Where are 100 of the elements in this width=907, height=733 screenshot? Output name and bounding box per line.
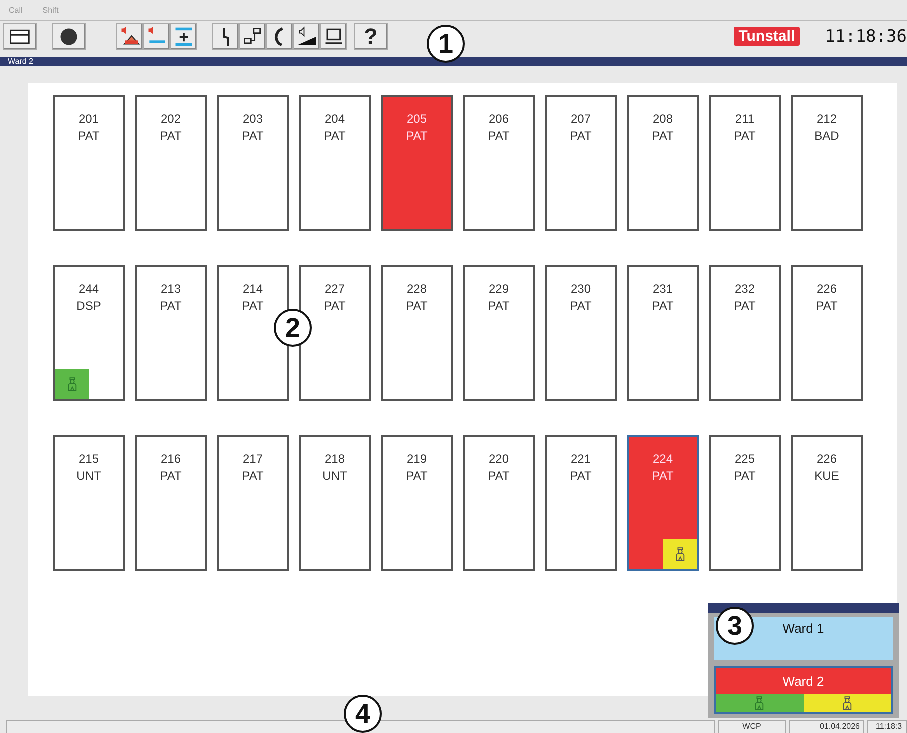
room-type: PAT bbox=[488, 298, 510, 315]
room-number: 232 bbox=[734, 281, 756, 298]
room-type: PAT bbox=[242, 128, 264, 145]
status-field: WCP bbox=[718, 720, 786, 733]
room-type: PAT bbox=[160, 468, 182, 485]
status-field: 11:18:3 bbox=[867, 720, 907, 733]
speaker-volume-icon bbox=[296, 26, 318, 48]
room-tile[interactable]: 219 PAT bbox=[381, 435, 453, 571]
room-tile[interactable]: 225 PAT bbox=[709, 435, 781, 571]
room-tile[interactable]: 202 PAT bbox=[135, 95, 207, 231]
room-number: 226 bbox=[816, 281, 838, 298]
room-tile[interactable]: 213 PAT bbox=[135, 265, 207, 401]
room-type: PAT bbox=[816, 298, 838, 315]
room-tile[interactable]: 203 PAT bbox=[217, 95, 289, 231]
ward-name: Ward 2 bbox=[782, 674, 824, 688]
room-tile[interactable]: 204 PAT bbox=[299, 95, 371, 231]
room-type: PAT bbox=[652, 298, 674, 315]
room-number: 244 bbox=[78, 281, 100, 298]
room-type: PAT bbox=[734, 128, 756, 145]
room-type: PAT bbox=[488, 468, 510, 485]
room-type: PAT bbox=[488, 128, 510, 145]
room-tile[interactable]: 228 PAT bbox=[381, 265, 453, 401]
room-type: PAT bbox=[160, 298, 182, 315]
room-tile[interactable]: 244 DSP bbox=[53, 265, 125, 401]
room-type: DSP bbox=[76, 298, 102, 315]
room-tile[interactable]: 207 PAT bbox=[545, 95, 617, 231]
room-tile[interactable]: 208 PAT bbox=[627, 95, 699, 231]
callout-marker: 1 bbox=[427, 25, 465, 63]
room-number: 204 bbox=[324, 111, 346, 128]
room-type: PAT bbox=[734, 298, 756, 315]
room-tile[interactable]: 232 PAT bbox=[709, 265, 781, 401]
room-type: PAT bbox=[406, 468, 428, 485]
room-number: 218 bbox=[324, 451, 346, 468]
room-number: 221 bbox=[570, 451, 592, 468]
room-tile[interactable]: 201 PAT bbox=[53, 95, 125, 231]
room-type: PAT bbox=[570, 298, 592, 315]
room-tile[interactable]: 229 PAT bbox=[463, 265, 535, 401]
room-type: PAT bbox=[406, 128, 428, 145]
room-number: 226 bbox=[816, 451, 838, 468]
ward-tile[interactable]: Ward 2 bbox=[714, 666, 893, 714]
room-number: 211 bbox=[735, 111, 755, 128]
help-button[interactable]: ? bbox=[354, 23, 388, 50]
person-icon bbox=[66, 376, 78, 392]
room-number: 224 bbox=[652, 451, 674, 468]
room-type: PAT bbox=[570, 128, 592, 145]
room-type: PAT bbox=[734, 468, 756, 485]
room-tile[interactable]: 227 PAT bbox=[299, 265, 371, 401]
room-tile[interactable]: 220 PAT bbox=[463, 435, 535, 571]
room-type: UNT bbox=[322, 468, 348, 485]
room-tile[interactable]: 206 PAT bbox=[463, 95, 535, 231]
room-number: 202 bbox=[160, 111, 182, 128]
room-tile[interactable]: 226 KUE bbox=[791, 435, 863, 571]
room-tile[interactable]: 226 PAT bbox=[791, 265, 863, 401]
toolbar-button[interactable] bbox=[320, 23, 347, 50]
room-type: PAT bbox=[570, 468, 592, 485]
person-icon bbox=[754, 696, 766, 710]
room-number: 229 bbox=[488, 281, 510, 298]
room-tile[interactable]: 217 PAT bbox=[217, 435, 289, 571]
room-number: 231 bbox=[652, 281, 674, 298]
logo: Tunstall bbox=[734, 27, 800, 46]
ward-title: Ward 2 bbox=[7, 57, 34, 66]
room-type: PAT bbox=[242, 468, 264, 485]
clock: 11:18:36 bbox=[825, 26, 907, 46]
toolbar-button[interactable] bbox=[266, 23, 293, 50]
room-number: 228 bbox=[406, 281, 428, 298]
room-number: 220 bbox=[488, 451, 510, 468]
room-number: 214 bbox=[242, 281, 264, 298]
room-tile[interactable]: 215 UNT bbox=[53, 435, 125, 571]
toolbar-button[interactable] bbox=[212, 23, 239, 50]
room-number: 225 bbox=[734, 451, 756, 468]
room-tile[interactable]: 211 PAT bbox=[709, 95, 781, 231]
room-number: 206 bbox=[488, 111, 510, 128]
room-tile[interactable]: 212 BAD bbox=[791, 95, 863, 231]
status-field: 01.04.2026 bbox=[789, 720, 864, 733]
toolbar-button[interactable] bbox=[293, 23, 320, 50]
room-tile[interactable]: 231 PAT bbox=[627, 265, 699, 401]
room-type: PAT bbox=[406, 298, 428, 315]
room-tile[interactable]: 230 PAT bbox=[545, 265, 617, 401]
room-number: 230 bbox=[570, 281, 592, 298]
room-number: 227 bbox=[324, 281, 346, 298]
room-type: PAT bbox=[652, 128, 674, 145]
room-type: PAT bbox=[652, 468, 674, 485]
person-icon bbox=[842, 696, 853, 710]
room-number: 207 bbox=[570, 111, 592, 128]
room-tile[interactable]: 221 PAT bbox=[545, 435, 617, 571]
toolbar-button[interactable] bbox=[239, 23, 266, 50]
room-type: PAT bbox=[78, 128, 100, 145]
toolbar-button[interactable] bbox=[52, 23, 86, 50]
room-number: 217 bbox=[242, 451, 264, 468]
room-number: 216 bbox=[160, 451, 182, 468]
room-tile[interactable]: 216 PAT bbox=[135, 435, 207, 571]
room-number: 212 bbox=[816, 111, 838, 128]
room-tile[interactable]: 218 UNT bbox=[299, 435, 371, 571]
room-number: 201 bbox=[78, 111, 100, 128]
room-number: 203 bbox=[242, 111, 264, 128]
room-type: BAD bbox=[814, 128, 840, 145]
room-number: 215 bbox=[78, 451, 100, 468]
toolbar-button[interactable] bbox=[3, 23, 37, 50]
room-number: 208 bbox=[652, 111, 674, 128]
toolbar-button[interactable] bbox=[170, 23, 197, 50]
